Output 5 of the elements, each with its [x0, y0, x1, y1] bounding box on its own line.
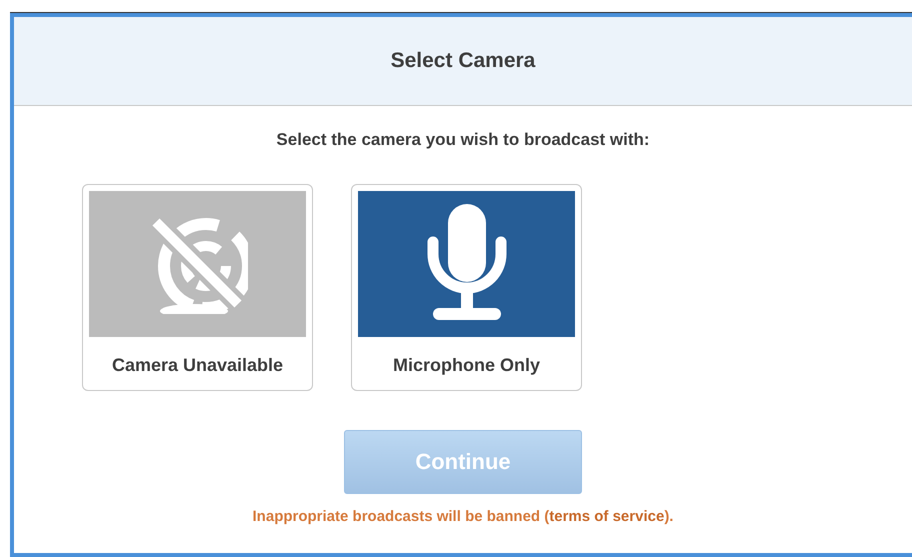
camera-option[interactable]: Microphone Only — [351, 184, 582, 391]
terms-link[interactable]: terms of service — [549, 508, 664, 525]
dialog-title: Select Camera — [390, 49, 536, 73]
notice-text: Inappropriate broadcasts will be banned (terms of service). — [252, 508, 674, 525]
instruction-text: Select the camera you wish to broadcast with: — [276, 130, 650, 150]
